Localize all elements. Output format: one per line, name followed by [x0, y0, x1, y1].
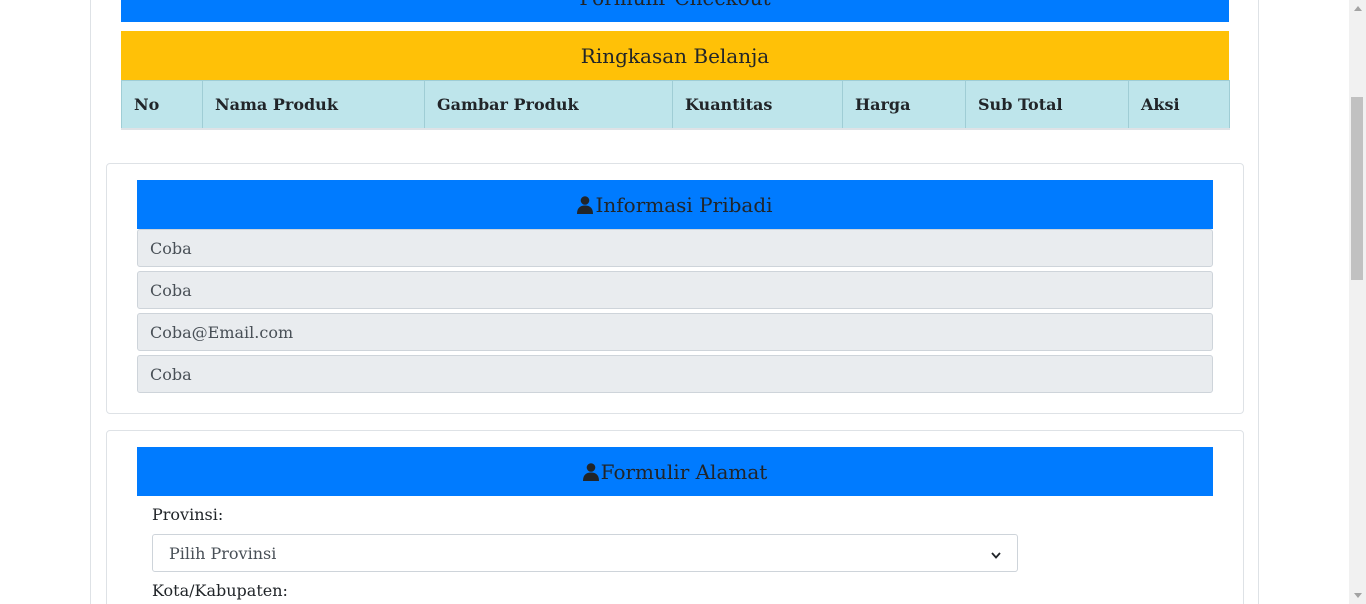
summary-header: Ringkasan Belanja [121, 31, 1229, 80]
address-form-card: Formulir Alamat Provinsi: Pilih Provinsi… [106, 430, 1244, 604]
province-select-value: Pilih Provinsi [169, 543, 277, 563]
province-select[interactable]: Pilih Provinsi [152, 534, 1018, 572]
user-icon [582, 462, 599, 481]
column-header-no: No [121, 80, 203, 130]
last-name-field[interactable]: Coba [137, 271, 1213, 309]
scroll-down-icon[interactable] [1349, 587, 1366, 604]
column-header-action: Aksi [1128, 80, 1230, 130]
scroll-up-icon[interactable] [1349, 0, 1366, 17]
address-form-header: Formulir Alamat [137, 447, 1213, 496]
page: Formulir Checkout Ringkasan Belanja No N… [0, 0, 1366, 604]
table-header-row: No Nama Produk Gambar Produk Kuantitas H… [121, 80, 1230, 130]
checkout-banner-title: Formulir Checkout [579, 0, 770, 10]
summary-table: No Nama Produk Gambar Produk Kuantitas H… [121, 80, 1230, 130]
column-header-subtotal: Sub Total [965, 80, 1129, 130]
column-header-product-image: Gambar Produk [424, 80, 673, 130]
phone-field[interactable]: Coba [137, 355, 1213, 393]
city-label: Kota/Kabupaten: [152, 581, 288, 600]
column-header-quantity: Kuantitas [672, 80, 843, 130]
first-name-field[interactable]: Coba [137, 229, 1213, 267]
checkout-banner: Formulir Checkout [121, 0, 1229, 22]
scrollbar-thumb[interactable] [1351, 97, 1363, 280]
chevron-down-icon [991, 544, 1001, 563]
summary-title: Ringkasan Belanja [580, 43, 770, 68]
personal-info-title: Informasi Pribadi [595, 192, 773, 217]
address-form-title: Formulir Alamat [600, 459, 768, 484]
personal-info-header: Informasi Pribadi [137, 180, 1213, 229]
vertical-scrollbar[interactable] [1349, 0, 1366, 604]
personal-info-card: Informasi Pribadi Coba Coba Coba@Email.c… [106, 163, 1244, 414]
province-label: Provinsi: [152, 505, 224, 524]
column-header-price: Harga [842, 80, 966, 130]
email-field[interactable]: Coba@Email.com [137, 313, 1213, 351]
user-icon [577, 195, 594, 214]
column-header-product-name: Nama Produk [202, 80, 425, 130]
